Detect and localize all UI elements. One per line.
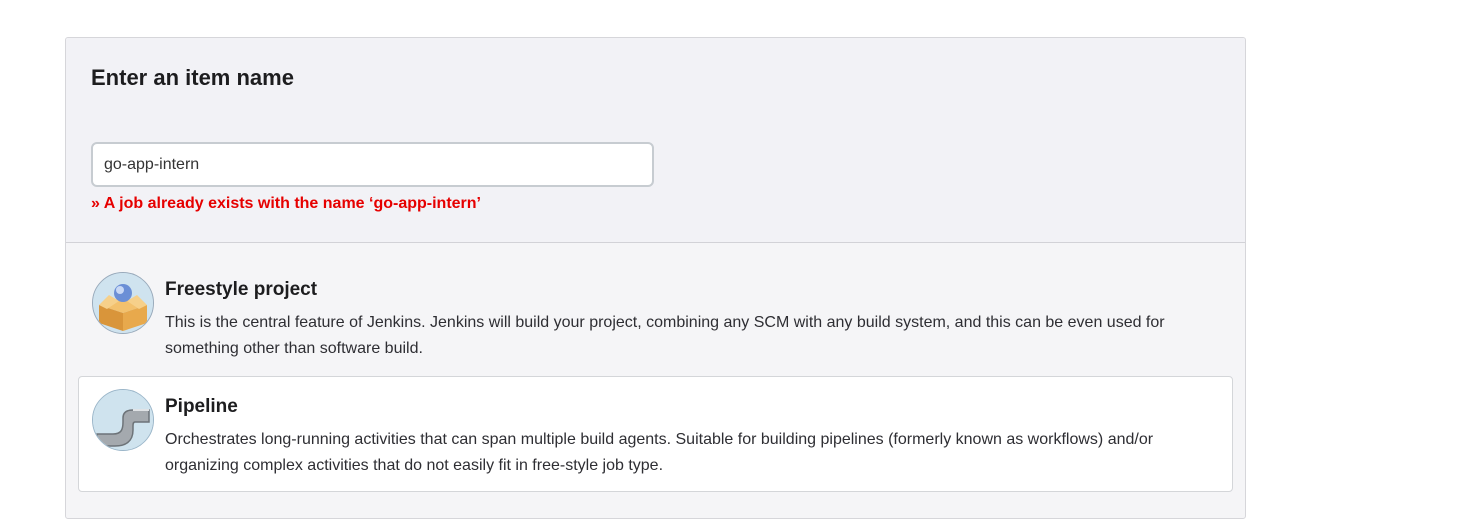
item-type-freestyle[interactable]: Freestyle project This is the central fe… [78,261,1233,371]
item-type-description: Orchestrates long-running activities tha… [165,431,1154,474]
item-name-input[interactable] [91,142,654,187]
item-type-pipeline[interactable]: Pipeline Orchestrates long-running activ… [78,376,1233,492]
freestyle-box-icon [92,272,154,334]
item-name-section: Enter an item name » A job already exist… [66,38,1245,243]
item-name-error: » A job already exists with the name ‘go… [91,195,481,212]
pipeline-pipe-icon [92,389,154,451]
item-type-title: Freestyle project [165,279,318,300]
page-title: Enter an item name [91,65,294,90]
item-type-title: Pipeline [165,396,238,417]
new-item-panel: Enter an item name » A job already exist… [65,37,1246,519]
item-type-description: This is the central feature of Jenkins. … [165,314,1165,357]
